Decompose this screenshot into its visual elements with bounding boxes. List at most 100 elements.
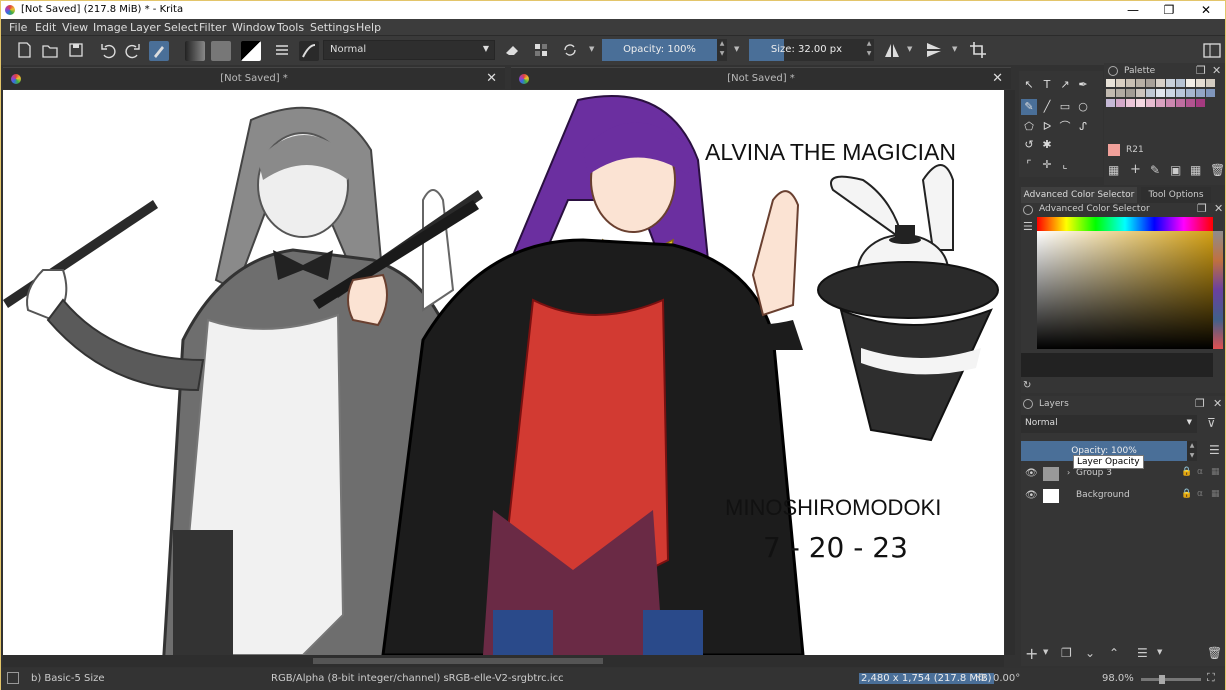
color-swatch[interactable]: [1206, 89, 1215, 97]
edit-shapes-tool-icon[interactable]: ↗: [1057, 77, 1073, 93]
chevron-down-icon[interactable]: ▼: [1043, 648, 1048, 662]
document-tab-2[interactable]: [Not Saved] * ✕: [511, 67, 1011, 89]
inherit-alpha-icon[interactable]: ▦: [1211, 489, 1220, 499]
menu-select[interactable]: Select: [164, 21, 198, 34]
lock-icon[interactable]: 🔒: [1181, 467, 1192, 477]
select-shapes-tool-icon[interactable]: ↖: [1021, 77, 1037, 93]
color-swatch[interactable]: [1186, 79, 1195, 87]
freehand-brush-tool-icon[interactable]: ✎: [1021, 99, 1037, 115]
palette-swatches[interactable]: [1106, 79, 1216, 127]
color-swatch[interactable]: [1156, 99, 1165, 107]
delete-swatch-icon[interactable]: 🗑: [1210, 163, 1225, 177]
undo-icon[interactable]: [97, 39, 119, 61]
color-swatch[interactable]: [1146, 99, 1155, 107]
close-docker-icon[interactable]: ✕: [1212, 64, 1221, 77]
color-swatch[interactable]: [1196, 79, 1205, 87]
chevron-down-icon[interactable]: ▼: [952, 45, 957, 53]
float-docker-icon[interactable]: ❐: [1196, 64, 1206, 77]
eraser-icon[interactable]: [501, 39, 523, 61]
common-colors-strip[interactable]: [1213, 231, 1223, 349]
fullscreen-icon[interactable]: ⛶: [1207, 671, 1215, 685]
calligraphy-tool-icon[interactable]: ✒: [1075, 77, 1091, 93]
color-swatch[interactable]: [1106, 99, 1115, 107]
edit-swatch-icon[interactable]: ✎: [1150, 163, 1160, 177]
foreground-background-color[interactable]: [241, 41, 261, 61]
add-swatch-icon[interactable]: +: [1130, 162, 1141, 177]
saturation-value-square[interactable]: [1037, 231, 1213, 349]
move-layer-down-icon[interactable]: ⌄: [1085, 646, 1095, 660]
crop-tool-icon[interactable]: ⌞: [1057, 157, 1073, 173]
drawing-canvas[interactable]: ALVINA THE MAGICIAN MINOSHIROMODOKI 7 - …: [3, 90, 1004, 655]
menu-image[interactable]: Image: [93, 21, 127, 34]
lock-icon[interactable]: 🔒: [1181, 489, 1192, 499]
freehand-path-tool-icon[interactable]: ᔑ: [1075, 119, 1091, 135]
layer-row[interactable]: 👁 Background 🔒 α ▦: [1021, 486, 1225, 508]
color-swatch[interactable]: [1186, 99, 1195, 107]
color-swatch[interactable]: [1116, 79, 1125, 87]
blend-mode-select[interactable]: Normal ▼: [323, 40, 495, 60]
save-icon[interactable]: [65, 39, 87, 61]
alpha-lock-icon[interactable]: α: [1197, 489, 1203, 499]
menu-help[interactable]: Help: [356, 21, 381, 34]
hue-slider[interactable]: [1037, 217, 1213, 231]
eye-icon[interactable]: 👁: [1025, 468, 1038, 479]
float-docker-icon[interactable]: ❐: [1197, 202, 1207, 216]
alpha-lock-icon[interactable]: α: [1197, 467, 1203, 477]
color-swatch[interactable]: [1166, 89, 1175, 97]
duplicate-layer-icon[interactable]: ❐: [1061, 646, 1072, 660]
preserve-alpha-icon[interactable]: [530, 39, 552, 61]
scroll-thumb[interactable]: [313, 658, 603, 664]
lock-docker-icon[interactable]: [1023, 399, 1033, 409]
add-layer-icon[interactable]: +: [1025, 644, 1038, 663]
status-dimensions[interactable]: 2,480 x 1,754 (217.8 MiB): [859, 673, 994, 684]
opacity-spinner[interactable]: ▲ ▼: [717, 39, 727, 61]
pattern-picker[interactable]: [211, 41, 231, 61]
dynamic-brush-tool-icon[interactable]: ↺: [1021, 137, 1037, 153]
canvas-vertical-scrollbar[interactable]: [1005, 90, 1015, 655]
layer-opacity-spinner[interactable]: ▲ ▼: [1187, 441, 1197, 461]
polygon-tool-icon[interactable]: ⬠: [1021, 119, 1037, 135]
edit-brush-settings-button[interactable]: [149, 41, 169, 61]
multibrush-tool-icon[interactable]: ✱: [1039, 137, 1055, 153]
status-color-space[interactable]: RGB/Alpha (8-bit integer/channel) sRGB-e…: [271, 673, 564, 684]
save-palette-icon[interactable]: ▣: [1170, 163, 1181, 177]
document-tab-1[interactable]: [Not Saved] * ✕: [3, 67, 505, 89]
palette-layout-icon[interactable]: ▦: [1190, 163, 1201, 177]
ellipse-tool-icon[interactable]: ○: [1075, 99, 1091, 115]
reload-preset-icon[interactable]: [559, 39, 581, 61]
close-tab-icon[interactable]: ✕: [992, 68, 1003, 90]
mirror-vertical-icon[interactable]: [923, 39, 945, 61]
rotate-icon[interactable]: ⟲: [976, 671, 985, 684]
color-swatch[interactable]: [1146, 79, 1155, 87]
lock-docker-icon[interactable]: [1108, 66, 1118, 76]
menu-window[interactable]: Window: [232, 21, 275, 34]
open-document-icon[interactable]: [39, 39, 61, 61]
workspace-icon[interactable]: [1201, 39, 1223, 61]
menu-settings[interactable]: Settings: [310, 21, 355, 34]
color-swatch[interactable]: [1156, 89, 1165, 97]
transform-tool-icon[interactable]: ⌜: [1021, 157, 1037, 173]
color-swatch[interactable]: [1126, 79, 1135, 87]
menu-filter[interactable]: Filter: [199, 21, 226, 34]
color-swatch[interactable]: [1136, 99, 1145, 107]
status-rotation[interactable]: 0.00°: [993, 673, 1020, 684]
color-swatch[interactable]: [1196, 99, 1205, 107]
delete-layer-icon[interactable]: 🗑: [1207, 646, 1222, 660]
menu-file[interactable]: File: [9, 21, 27, 34]
color-swatch[interactable]: [1126, 99, 1135, 107]
menu-tools[interactable]: Tools: [277, 21, 304, 34]
tab-tool-options[interactable]: Tool Options: [1141, 187, 1211, 203]
refresh-colors-icon[interactable]: ↻: [1023, 380, 1031, 394]
chevron-down-icon[interactable]: ▼: [1157, 648, 1162, 662]
expand-group-icon[interactable]: ›: [1067, 468, 1070, 477]
filter-layers-icon[interactable]: ⊽: [1207, 416, 1216, 430]
layer-properties-icon[interactable]: ☰: [1137, 646, 1148, 660]
polyline-tool-icon[interactable]: ᐅ: [1039, 119, 1055, 135]
color-swatch[interactable]: [1136, 89, 1145, 97]
color-swatch[interactable]: [1166, 79, 1175, 87]
redo-icon[interactable]: [122, 39, 144, 61]
color-swatch[interactable]: [1116, 99, 1125, 107]
line-tool-icon[interactable]: ╱: [1039, 99, 1055, 115]
eye-icon[interactable]: 👁: [1025, 490, 1038, 501]
inherit-alpha-icon[interactable]: ▦: [1211, 467, 1220, 477]
